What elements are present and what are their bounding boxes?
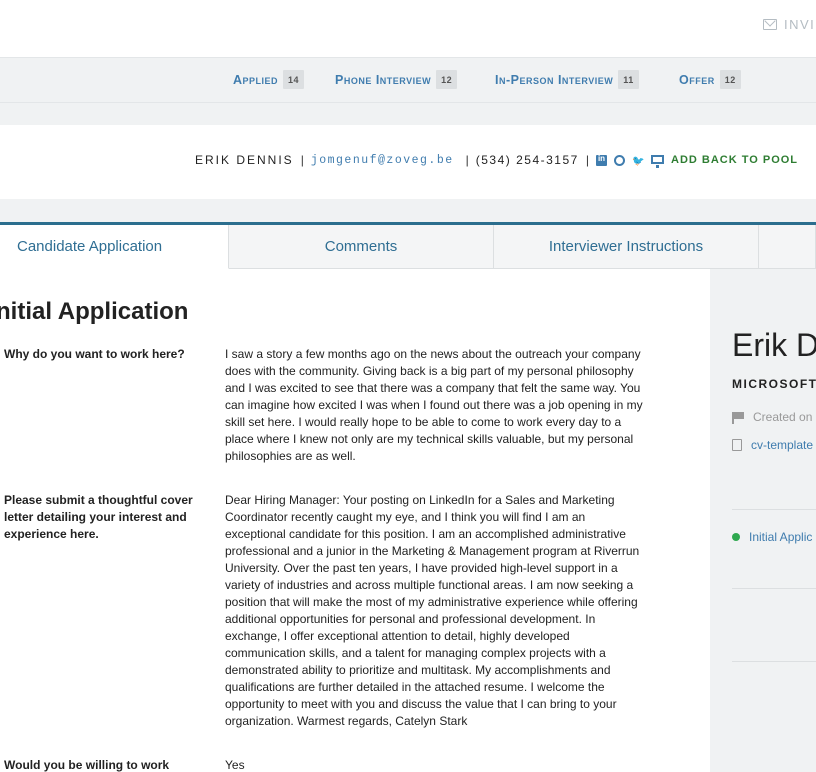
pipeline-stages: Applied 14 Phone Interview 12 In-Person … (0, 57, 816, 103)
tab-more[interactable] (759, 225, 816, 269)
stage-count-badge: 12 (436, 70, 458, 89)
section-title: nitial Application (0, 298, 189, 325)
desktop-icon[interactable] (650, 154, 664, 168)
top-bar: INVI (0, 0, 816, 57)
answer-text: I saw a story a few months ago on the ne… (225, 347, 643, 463)
answer-text: Dear Hiring Manager: Your posting on Lin… (225, 493, 640, 728)
stage-count-badge: 14 (283, 70, 305, 89)
envelope-icon (763, 19, 777, 30)
created-info: Created on (732, 410, 812, 424)
candidate-name: ERIK DENNIS (195, 153, 294, 167)
divider (732, 588, 816, 589)
question-label: Would you be willing to work (4, 758, 170, 772)
spacer (0, 103, 816, 125)
candidate-phone: (534) 254-3157 (475, 153, 579, 167)
sidebar-candidate-name: Erik D (732, 327, 816, 363)
invite-label: INVI (784, 17, 816, 32)
cv-file-name: cv-template (751, 438, 814, 452)
question-label: Please submit a thoughtful cover letter … (4, 493, 193, 541)
stage-applied[interactable]: Applied 14 (233, 70, 305, 89)
flag-icon (732, 412, 744, 424)
candidate-email-link[interactable]: jomgenuf@zoveg.be (311, 154, 454, 167)
tab-candidate-application[interactable]: Candidate Application (0, 225, 229, 269)
stage-count-badge: 12 (719, 70, 741, 89)
tab-bar: Candidate Application Comments Interview… (0, 222, 816, 269)
stage-in-person-interview[interactable]: In-Person Interview 11 (495, 70, 639, 89)
separator: | (300, 153, 304, 167)
question-label: Why do you want to work here? (4, 347, 185, 361)
stage-label: Applied (233, 72, 279, 87)
separator: | (585, 153, 589, 167)
created-label: Created on (753, 410, 813, 424)
invite-button[interactable]: INVI (763, 17, 815, 32)
application-panel: nitial Application Why do you want to wo… (0, 269, 710, 772)
stage-offer[interactable]: Offer 12 (679, 70, 741, 89)
status-dot-icon (732, 533, 740, 541)
candidate-header: ERIK DENNIS | jomgenuf@zoveg.be | (534) … (0, 125, 816, 199)
spacer (0, 199, 816, 222)
separator: | (465, 153, 469, 167)
cv-file-link[interactable]: cv-template (732, 438, 813, 452)
linkedin-icon[interactable] (595, 154, 607, 166)
stage-label: Phone Interview (335, 72, 432, 87)
candidate-sidebar: Erik D MICROSOFT Created on cv-template … (710, 269, 816, 772)
tab-interviewer-instructions[interactable]: Interviewer Instructions (494, 225, 759, 269)
tab-comments[interactable]: Comments (229, 225, 494, 269)
add-back-to-pool-button[interactable]: ADD BACK TO POOL (671, 154, 798, 166)
stage-label: Offer (679, 72, 715, 87)
sidebar-stage-link[interactable]: Initial Applic (732, 530, 812, 544)
sidebar-company: MICROSOFT (732, 377, 816, 391)
stage-phone-interview[interactable]: Phone Interview 12 (335, 70, 458, 89)
pdf-file-icon (732, 439, 742, 451)
answer-text: Yes (225, 758, 245, 772)
divider (732, 509, 816, 510)
twitter-icon[interactable] (632, 155, 644, 166)
divider (732, 661, 816, 662)
github-icon[interactable] (613, 154, 625, 166)
stage-count-badge: 11 (618, 70, 639, 89)
stage-link-label: Initial Applic (749, 530, 813, 544)
stage-label: In-Person Interview (495, 72, 614, 87)
